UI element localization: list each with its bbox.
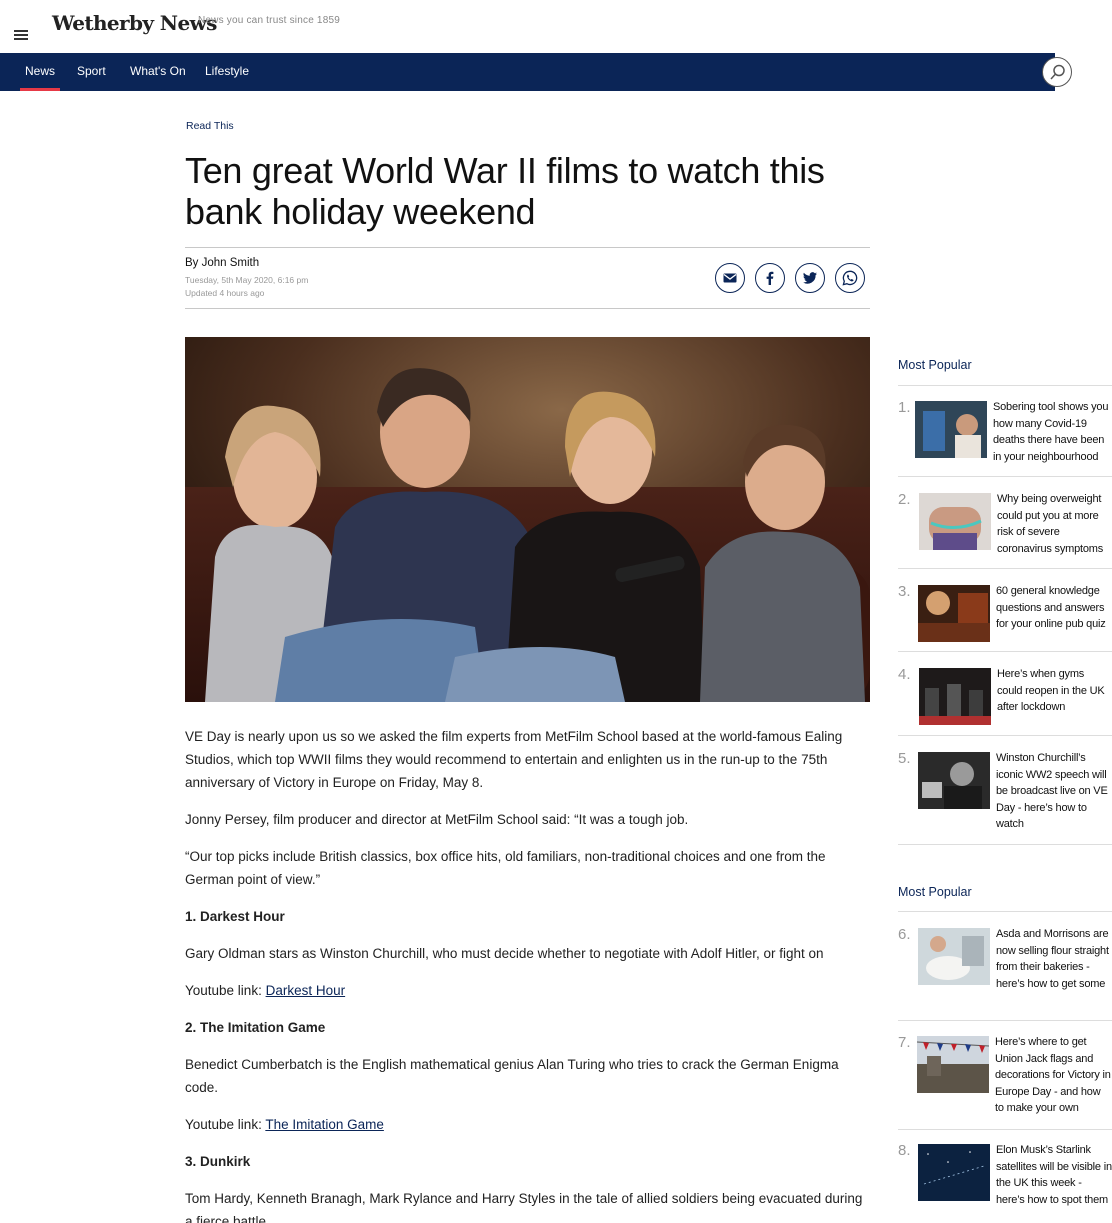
link-prefix: Youtube link: [185,1117,262,1132]
paragraph: Gary Oldman stars as Winston Churchill, … [185,946,824,961]
most-popular-title: Most Popular [898,885,972,899]
popular-headline: Sobering tool shows you how many Covid-1… [993,401,1109,463]
site-logo[interactable]: Wetherby News [52,11,217,35]
main-nav: News Sport What's On Lifestyle [0,53,1055,91]
popular-headline: Winston Churchill’s iconic WW2 speech wi… [996,752,1108,830]
article-body: VE Day is nearly upon us so we asked the… [185,725,870,1223]
email-icon [723,273,737,283]
author-name[interactable]: John Smith [202,257,260,269]
popular-thumbnail [915,401,987,458]
popular-item-3[interactable]: 3. 60 general knowledge questions and an… [898,583,1112,643]
popular-item-4[interactable]: 4. Here’s when gyms could reopen in the … [898,666,1112,726]
nav-item-whats-on[interactable]: What's On [130,53,186,91]
search-button[interactable] [1042,57,1072,87]
divider [898,568,1112,569]
twitter-icon [803,272,817,284]
paragraph: “Our top picks include British classics,… [185,849,826,887]
popular-item-8[interactable]: 8. Elon Musk’s Starlink satellites will … [898,1142,1112,1223]
popular-headline: Asda and Morrisons are now selling flour… [996,928,1109,990]
youtube-link-imitation-game[interactable]: The Imitation Game [265,1117,384,1132]
hero-image [185,337,870,702]
share-whatsapp-button[interactable] [835,263,865,293]
popular-item-2[interactable]: 2. Why being overweight could put you at… [898,491,1112,561]
popular-rank: 4. [898,666,911,683]
popular-thumbnail [918,585,990,642]
link-prefix: Youtube link: [185,983,262,998]
popular-headline: Why being overweight could put you at mo… [997,493,1104,555]
byline: By John Smith [185,257,259,269]
popular-rank: 8. [898,1142,911,1159]
share-twitter-button[interactable] [795,263,825,293]
divider [898,476,1112,477]
popular-rank: 6. [898,926,911,943]
divider [185,247,870,248]
popular-headline: Here’s when gyms could reopen in the UK … [997,668,1105,713]
popular-headline: Here’s where to get Union Jack flags and… [995,1036,1111,1114]
top-header: Wetherby News News you can trust since 1… [0,0,1112,53]
popular-thumbnail [918,752,990,809]
popular-item-7[interactable]: 7. Here’s where to get Union Jack flags … [898,1034,1112,1119]
popular-rank: 2. [898,491,911,508]
nav-item-sport[interactable]: Sport [77,53,106,91]
divider [185,308,870,309]
divider [898,651,1112,652]
search-icon [1050,64,1065,80]
subheading: 1. Darkest Hour [185,909,285,924]
popular-item-6[interactable]: 6. Asda and Morrisons are now selling fl… [898,926,1112,1011]
facebook-icon [766,271,774,285]
whatsapp-icon [842,270,858,286]
article-title: Ten great World War II films to watch th… [185,150,825,232]
popular-item-1[interactable]: 1. Sobering tool shows you how many Covi… [898,399,1112,469]
popular-thumbnail [917,1036,989,1093]
divider [898,1129,1112,1130]
most-popular-title: Most Popular [898,358,972,372]
byline-prefix: By [185,257,199,269]
divider [898,385,1112,386]
nav-item-lifestyle[interactable]: Lifestyle [205,53,249,91]
nav-item-news[interactable]: News [19,53,61,91]
popular-rank: 1. [898,399,911,416]
subheading: 3. Dunkirk [185,1154,251,1169]
updated-date: Updated 4 hours ago [185,288,265,298]
popular-rank: 3. [898,583,911,600]
popular-thumbnail [919,493,991,550]
divider [898,844,1112,845]
paragraph: Tom Hardy, Kenneth Branagh, Mark Rylance… [185,1191,863,1223]
site-tagline: News you can trust since 1859 [198,15,340,26]
divider [898,1020,1112,1021]
popular-item-5[interactable]: 5. Winston Churchill’s iconic WW2 speech… [898,750,1112,835]
link-paragraph: Youtube link: The Imitation Game [185,1113,870,1136]
published-date: Tuesday, 5th May 2020, 6:16 pm [185,275,309,285]
share-facebook-button[interactable] [755,263,785,293]
paragraph: Benedict Cumberbatch is the English math… [185,1057,839,1095]
paragraph: VE Day is nearly upon us so we asked the… [185,729,843,790]
section-tag[interactable]: Read This [186,120,234,132]
popular-thumbnail [918,928,990,985]
subheading: 2. The Imitation Game [185,1020,326,1035]
popular-headline: 60 general knowledge questions and answe… [996,585,1106,630]
popular-headline: Elon Musk’s Starlink satellites will be … [996,1144,1112,1206]
popular-rank: 5. [898,750,911,767]
paragraph: Jonny Persey, film producer and director… [185,812,689,827]
share-email-button[interactable] [715,263,745,293]
youtube-link-darkest-hour[interactable]: Darkest Hour [266,983,346,998]
menu-icon[interactable] [14,30,28,40]
popular-thumbnail [918,1144,990,1201]
divider [898,911,1112,912]
divider [898,735,1112,736]
link-paragraph: Youtube link: Darkest Hour [185,979,870,1002]
popular-thumbnail [919,668,991,725]
popular-rank: 7. [898,1034,911,1051]
